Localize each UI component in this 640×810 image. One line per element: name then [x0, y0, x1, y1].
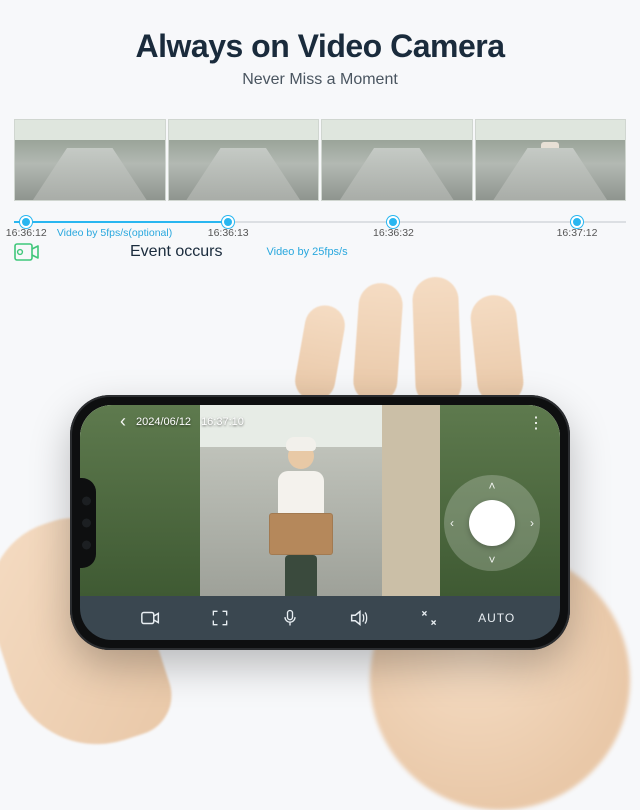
page-subtitle: Never Miss a Moment	[0, 71, 640, 89]
marketing-header: Always on Video Camera Never Miss a Mome…	[0, 0, 640, 89]
camera-icon	[14, 243, 40, 261]
event-row: Event occurs Video by 25fps/s	[14, 243, 626, 261]
mode-button[interactable]: AUTO	[478, 611, 515, 625]
phone-notch	[74, 478, 96, 568]
high-fps-note: Video by 25fps/s	[266, 246, 347, 258]
filmstrip-frame	[475, 119, 627, 201]
back-icon[interactable]: ‹	[120, 411, 126, 432]
page-title: Always on Video Camera	[0, 28, 640, 65]
filmstrip	[14, 119, 626, 201]
overlay-date: 2024/06/12	[136, 416, 191, 428]
record-button[interactable]	[131, 598, 171, 638]
chevron-left-icon: ‹	[450, 516, 454, 530]
filmstrip-frame	[321, 119, 473, 201]
control-bar: AUTO	[80, 596, 560, 640]
person-illustration	[266, 443, 336, 603]
menu-icon[interactable]: ⋮	[528, 413, 544, 433]
timeline-progress	[14, 221, 228, 223]
phone-screen: ‹ 2024/06/12 16:37:10 ⋮ ˄ ˅ ‹ ›	[80, 405, 560, 640]
timeline-label: 16:37:12	[557, 227, 598, 239]
collapse-button[interactable]	[409, 598, 449, 638]
speaker-button[interactable]	[339, 598, 379, 638]
microphone-button[interactable]	[270, 598, 310, 638]
fullscreen-button[interactable]	[200, 598, 240, 638]
timeline-label: 16:36:12	[6, 227, 47, 239]
filmstrip-frame	[168, 119, 320, 201]
chevron-right-icon: ›	[530, 516, 534, 530]
ptz-joystick[interactable]: ˄ ˅ ‹ ›	[444, 475, 540, 571]
joystick-thumb[interactable]	[469, 500, 515, 546]
event-label: Event occurs	[130, 243, 222, 261]
chevron-down-icon: ˅	[488, 553, 495, 567]
overlay-top: ‹ 2024/06/12 16:37:10	[120, 411, 244, 432]
timeline-label: 16:36:32	[373, 227, 414, 239]
phone-mockup: ‹ 2024/06/12 16:37:10 ⋮ ˄ ˅ ‹ ›	[70, 395, 570, 650]
low-fps-note: Video by 5fps/s(optional)	[57, 227, 172, 239]
chevron-up-icon: ˄	[488, 479, 495, 493]
timeline-label: 16:36:13	[208, 227, 249, 239]
timeline: 16:36:12 Video by 5fps/s(optional) 16:36…	[14, 205, 626, 241]
phone-frame: ‹ 2024/06/12 16:37:10 ⋮ ˄ ˅ ‹ ›	[70, 395, 570, 650]
filmstrip-frame	[14, 119, 166, 201]
overlay-time: 16:37:10	[201, 416, 244, 428]
